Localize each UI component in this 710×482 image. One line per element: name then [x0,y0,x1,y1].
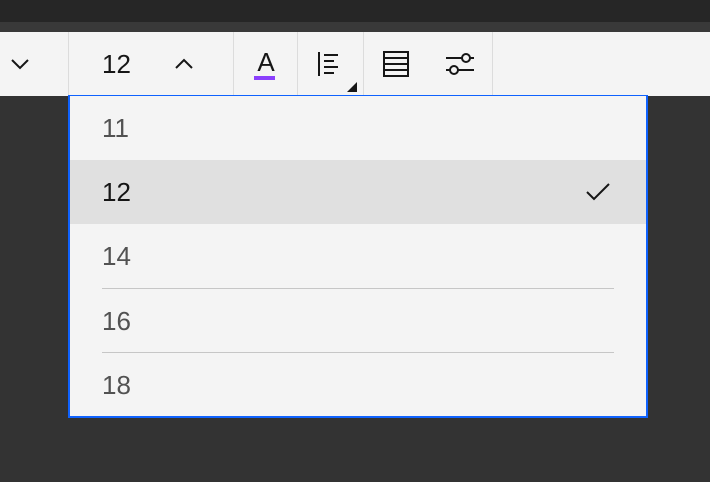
option-label: 18 [102,370,131,400]
text-color-icon: A [252,47,280,81]
chevron-down-icon [8,52,32,76]
previous-dropdown-toggle[interactable] [0,32,40,96]
window-top-bar-lower [0,22,710,32]
font-size-option-18[interactable]: 18 [70,353,646,417]
text-color-glyph: A [257,47,275,77]
font-size-dropdown-menu: 11 12 14 16 18 [68,95,648,418]
text-color-button[interactable]: A [234,32,297,96]
checkmark-icon [584,178,612,206]
formatting-toolbar: 12 A [0,32,710,96]
chevron-up-icon [172,52,196,76]
toolbar-separator [492,32,493,96]
font-size-option-12[interactable]: 12 [70,160,646,224]
option-label: 14 [102,241,131,271]
font-size-option-14[interactable]: 14 [70,224,646,288]
option-label: 11 [102,113,129,143]
font-size-option-11[interactable]: 11 [70,96,646,160]
table-icon [382,50,410,78]
window-top-bar [0,0,710,22]
text-align-icon [316,49,346,79]
table-button[interactable] [364,32,428,96]
settings-sliders-icon [444,50,476,78]
font-size-value: 12 [102,49,131,79]
font-size-selector[interactable]: 12 [69,32,233,96]
text-align-button[interactable] [298,32,363,96]
settings-button[interactable] [428,32,492,96]
option-label: 12 [102,177,131,207]
font-size-option-16[interactable]: 16 [70,289,646,353]
submenu-corner-icon [347,82,357,92]
option-label: 16 [102,306,131,336]
